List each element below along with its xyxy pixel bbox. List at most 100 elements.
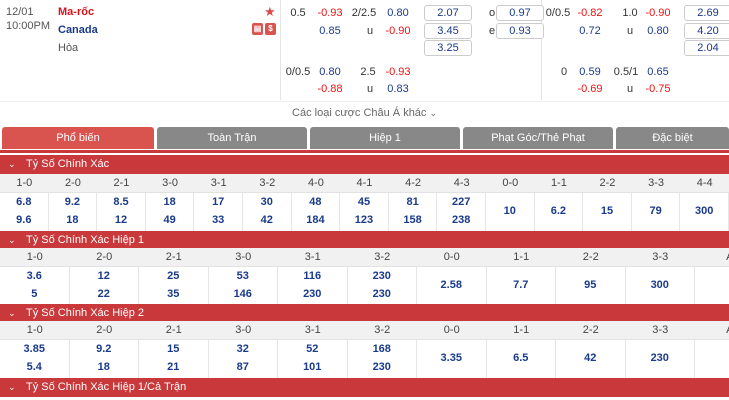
draw-odd[interactable]: 10	[486, 205, 534, 217]
home-team-name[interactable]: Ma-rốc	[58, 6, 94, 18]
home-odd[interactable]: 3.6	[0, 270, 69, 282]
draw-odd[interactable]: 2.58	[417, 279, 486, 291]
home-odd[interactable]: 18	[146, 196, 194, 208]
score-odds-cell[interactable]: 12 22	[70, 267, 139, 305]
home-odd[interactable]: 3.85	[0, 343, 69, 355]
score-odds-cell[interactable]: 81 158	[389, 193, 438, 231]
score-odds-cell[interactable]: 95	[556, 267, 626, 305]
draw-odd[interactable]: 3.35	[417, 352, 486, 364]
alt-total-over-odd[interactable]: -0.93	[374, 66, 422, 78]
home-odd[interactable]: 52	[278, 343, 347, 355]
away-odd[interactable]: 184	[292, 214, 340, 226]
h1-1x2-away-odd[interactable]: 4.20	[684, 23, 729, 39]
score-odds-cell[interactable]: 168 230	[348, 340, 417, 378]
away-odd[interactable]: 230	[348, 288, 417, 300]
away-odd[interactable]: 49	[146, 214, 194, 226]
tab-full-match[interactable]: Toàn Trận	[157, 127, 307, 149]
score-odds-cell[interactable]: 227 238	[437, 193, 486, 231]
draw-odd[interactable]: 6.5	[487, 352, 556, 364]
score-odds-cell[interactable]: 116 230	[278, 267, 348, 305]
away-odd[interactable]: 42	[243, 214, 291, 226]
score-odds-cell[interactable]: 9.2 18	[49, 193, 98, 231]
away-odd[interactable]: 230	[348, 361, 417, 373]
score-odds-cell[interactable]: 8.5 12	[97, 193, 146, 231]
away-odd[interactable]: 123	[340, 214, 388, 226]
home-odd[interactable]: 9.2	[70, 343, 139, 355]
draw-odd[interactable]: 95	[556, 279, 625, 291]
draw-odd[interactable]: 300	[626, 279, 695, 291]
score-odds-cell[interactable]: 3.6 5	[0, 267, 70, 305]
score-odds-cell[interactable]: 9.2 18	[70, 340, 139, 378]
home-odd[interactable]: 9.2	[49, 196, 97, 208]
more-asian-bets-toggle[interactable]: Các loại cược Châu Á khác ⌄	[0, 101, 729, 123]
score-odds-cell[interactable]: 3.85 5.4	[0, 340, 70, 378]
tab-special[interactable]: Đặc biệt	[616, 127, 729, 149]
score-odds-cell[interactable]: 230	[626, 340, 695, 378]
section-header-correct-score-ht-ft[interactable]: ⌄ Tỷ Số Chính Xác Hiệp 1/Cả Trận	[0, 378, 729, 397]
home-odd[interactable]: 12	[70, 270, 139, 282]
score-odds-cell[interactable]: 3.35	[417, 340, 487, 378]
home-odd[interactable]: 116	[278, 270, 347, 282]
away-odd[interactable]: 12	[97, 214, 145, 226]
home-odd[interactable]: 48	[292, 196, 340, 208]
home-odd[interactable]: 8.5	[97, 196, 145, 208]
h1-alt-total-over-odd[interactable]: 0.65	[634, 66, 682, 78]
home-odd[interactable]: 53	[209, 270, 278, 282]
away-odd[interactable]: 5.4	[0, 361, 69, 373]
score-odds-cell[interactable]: 300	[680, 193, 729, 231]
score-odds-cell[interactable]: 42	[556, 340, 626, 378]
score-odds-cell[interactable]: 45 123	[340, 193, 389, 231]
score-odds-cell[interactable]: 10	[486, 193, 535, 231]
even-odd[interactable]: 0.93	[496, 23, 544, 39]
tab-popular[interactable]: Phổ biến	[2, 127, 154, 149]
score-odds-cell[interactable]	[695, 340, 729, 378]
total-under-odd[interactable]: -0.90	[374, 25, 422, 37]
score-odds-cell[interactable]	[695, 267, 729, 305]
away-odd[interactable]: 18	[49, 214, 97, 226]
score-odds-cell[interactable]: 6.8 9.6	[0, 193, 49, 231]
home-odd[interactable]: 6.8	[0, 196, 48, 208]
home-odd[interactable]: 25	[139, 270, 208, 282]
home-odd[interactable]: 45	[340, 196, 388, 208]
score-odds-cell[interactable]: 32 87	[209, 340, 278, 378]
total-over-odd[interactable]: 0.80	[374, 7, 422, 19]
draw-odd[interactable]: 7.7	[487, 279, 556, 291]
score-odds-cell[interactable]: 2.58	[417, 267, 487, 305]
home-odd[interactable]: 230	[348, 270, 417, 282]
away-odd[interactable]: 22	[70, 288, 139, 300]
1x2-home-odd[interactable]: 2.07	[424, 5, 472, 21]
score-odds-cell[interactable]: 15	[583, 193, 632, 231]
home-odd[interactable]: 32	[209, 343, 278, 355]
h1-total-over-odd[interactable]: -0.90	[634, 7, 682, 19]
score-odds-cell[interactable]: 53 146	[209, 267, 278, 305]
away-odd[interactable]: 230	[278, 288, 347, 300]
away-odd[interactable]: 101	[278, 361, 347, 373]
away-odd[interactable]: 5	[0, 288, 69, 300]
away-odd[interactable]: 238	[437, 214, 485, 226]
home-odd[interactable]: 227	[437, 196, 485, 208]
home-odd[interactable]: 17	[194, 196, 242, 208]
score-odds-cell[interactable]: 300	[626, 267, 695, 305]
draw-odd[interactable]: 230	[626, 352, 695, 364]
home-odd[interactable]: 168	[348, 343, 417, 355]
score-odds-cell[interactable]: 6.2	[535, 193, 584, 231]
1x2-draw-odd[interactable]: 3.25	[424, 40, 472, 56]
away-odd[interactable]: 158	[389, 214, 437, 226]
tab-half-1[interactable]: Hiệp 1	[310, 127, 460, 149]
score-odds-cell[interactable]: 15 21	[139, 340, 209, 378]
h1-1x2-draw-odd[interactable]: 2.04	[684, 40, 729, 56]
away-team-name[interactable]: Canada	[58, 24, 98, 36]
draw-odd[interactable]: 300	[680, 205, 728, 217]
h1-1x2-home-odd[interactable]: 2.69	[684, 5, 729, 21]
score-odds-cell[interactable]: 30 42	[243, 193, 292, 231]
away-odd[interactable]: 35	[139, 288, 208, 300]
h1-alt-total-under-odd[interactable]: -0.75	[634, 83, 682, 95]
away-odd[interactable]: 87	[209, 361, 278, 373]
score-odds-cell[interactable]: 18 49	[146, 193, 195, 231]
score-odds-cell[interactable]: 230 230	[348, 267, 417, 305]
tab-corners-cards[interactable]: Phạt Góc/Thẻ Phạt	[463, 127, 613, 149]
score-odds-cell[interactable]: 7.7	[487, 267, 556, 305]
score-odds-cell[interactable]: 25 35	[139, 267, 209, 305]
odds-icon[interactable]: $	[265, 23, 276, 35]
draw-odd[interactable]: 42	[556, 352, 625, 364]
